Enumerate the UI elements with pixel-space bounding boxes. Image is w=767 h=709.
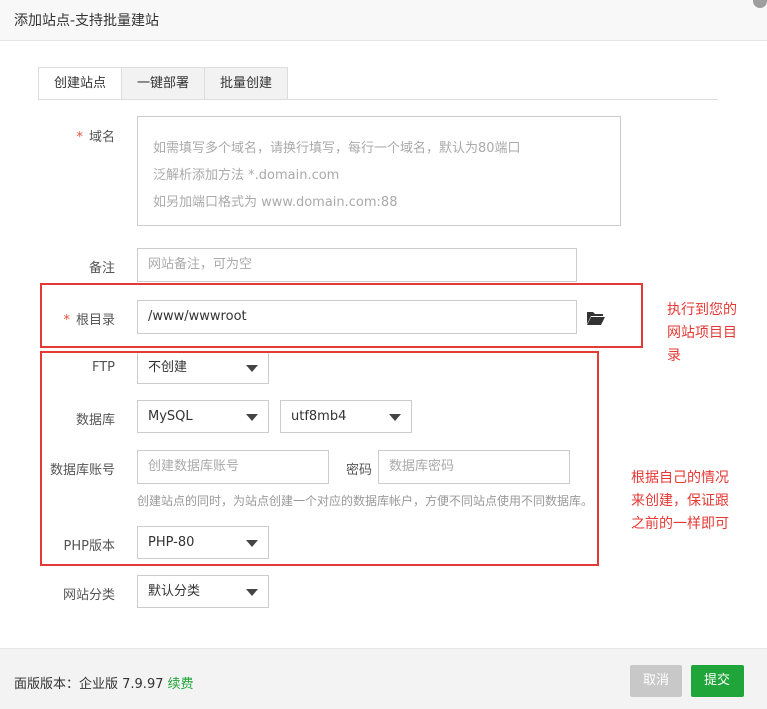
tab-create-site[interactable]: 创建站点 — [38, 67, 123, 100]
tab-divider — [38, 99, 718, 100]
db-annotation: 根据自己的情况 来创建，保证跟 之前的一样即可 — [631, 470, 729, 532]
submit-button[interactable]: 提交 — [691, 665, 744, 697]
domain-label: * 域名 — [76, 130, 115, 145]
version-text: 面版版本：企业版 7.9.97 — [14, 677, 164, 692]
db-highlight-box — [40, 351, 599, 566]
remark-input[interactable]: 网站备注，可为空 — [137, 248, 577, 282]
remark-placeholder: 网站备注，可为空 — [148, 257, 253, 272]
remark-label: 备注 — [88, 261, 115, 276]
add-site-dialog: 添加站点-支持批量建站 创建站点 一键部署 批量创建 * 域名 如需填写多个域名，… — [0, 0, 767, 709]
tab-batch-create[interactable]: 批量创建 — [205, 67, 289, 100]
required-mark: * — [76, 130, 83, 145]
root-dir-highlight-box — [40, 283, 643, 348]
domain-placeholder-line-1: 如需填写多个域名，请换行填写，每行一个域名，默认为80端口 — [153, 141, 521, 156]
dialog-title: 添加站点-支持批量建站 — [14, 13, 160, 29]
renew-link[interactable]: 续费 — [167, 677, 193, 692]
close-icon[interactable] — [753, 0, 767, 8]
cancel-button[interactable]: 取消 — [630, 665, 682, 697]
domain-placeholder-line-2: 泛解析添加方法 *.domain.com — [153, 168, 340, 183]
dialog-titlebar: 添加站点-支持批量建站 — [0, 0, 767, 41]
domain-textarea[interactable]: 如需填写多个域名，请换行填写，每行一个域名，默认为80端口 泛解析添加方法 *.… — [137, 116, 621, 226]
category-selected: 默认分类 — [148, 584, 201, 599]
category-select[interactable]: 默认分类 — [137, 575, 269, 608]
domain-placeholder-line-3: 如另加端口格式为 www.domain.com:88 — [153, 195, 398, 210]
category-label: 网站分类 — [62, 588, 115, 603]
panel-version: 面版版本：企业版 7.9.97 续费 — [14, 673, 194, 692]
chevron-down-icon — [246, 589, 258, 596]
root-dir-annotation: 执行到您的 网站项目目 录 — [667, 302, 737, 364]
tab-bar: 创建站点 一键部署 批量创建 — [38, 67, 289, 100]
dialog-footer: 面版版本：企业版 7.9.97 续费 取消 提交 — [0, 648, 767, 709]
tab-one-click-deploy[interactable]: 一键部署 — [122, 67, 206, 100]
